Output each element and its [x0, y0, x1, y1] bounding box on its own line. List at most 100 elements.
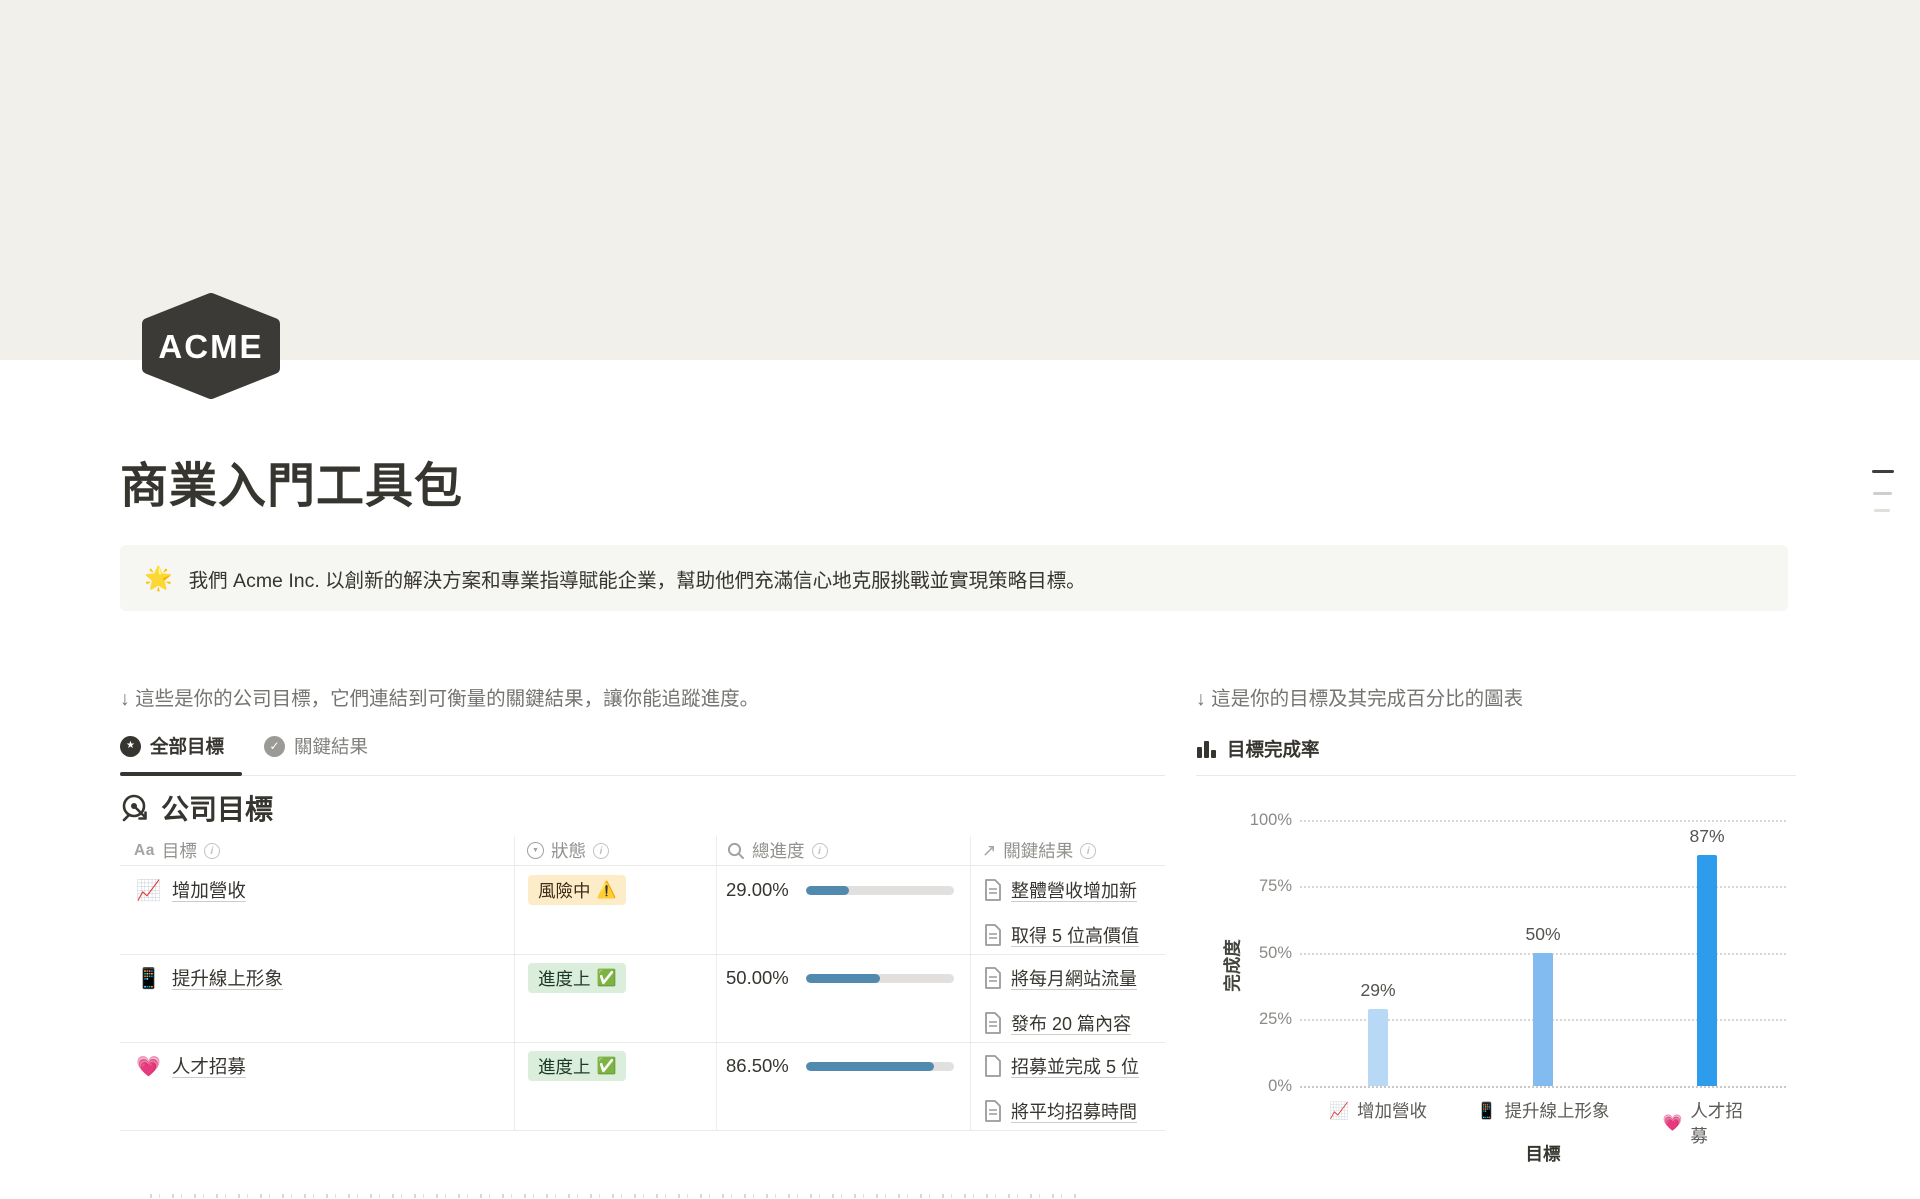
table-title[interactable]: 公司目標 [120, 788, 273, 828]
info-icon[interactable] [593, 843, 609, 859]
tab-key-results[interactable]: 關鍵結果 [264, 733, 368, 759]
key-result-link[interactable]: 招募並完成 5 位 [984, 1051, 1165, 1081]
key-result-link[interactable]: 將每月網站流量 [984, 963, 1165, 993]
x-category-revenue: 📈 增加營收 [1329, 1098, 1427, 1123]
column-divider [970, 836, 971, 1130]
column-header-key-results[interactable]: 關鍵結果 [982, 838, 1096, 863]
page-icon [984, 1100, 1002, 1122]
check-emoji-icon: ✅ [597, 1056, 617, 1076]
row-divider [120, 1130, 1165, 1131]
row-divider [120, 1042, 1165, 1043]
row-divider [120, 954, 1165, 955]
y-tick: 75% [1196, 875, 1292, 897]
status-badge[interactable]: 進度上 ✅ [528, 1051, 626, 1081]
mobile-phone-emoji-icon: 📱 [1477, 1101, 1497, 1121]
check-emoji-icon: ✅ [597, 968, 617, 988]
outline-item-current[interactable] [1872, 470, 1894, 473]
progress-bar [806, 974, 954, 983]
right-hint-text: ↓ 這是你的目標及其完成百分比的圖表 [1196, 682, 1523, 711]
gridline-0 [1300, 1086, 1786, 1088]
column-divider [716, 836, 717, 1130]
tabbar-divider [1196, 775, 1796, 776]
y-tick: 0% [1196, 1075, 1292, 1097]
y-tick: 100% [1196, 809, 1292, 831]
goal-completion-chart: 完成度 100% 75% 50% 25% 0% 29% 50% 87% 📈 增加… [1196, 796, 1796, 1199]
tabbar-divider [120, 775, 1165, 776]
callout-text: 我們 Acme Inc. 以創新的解決方案和專業指導賦能企業，幫助他們充滿信心地… [189, 564, 1086, 593]
column-divider [514, 836, 515, 1130]
chart-bar-online-presence [1533, 953, 1553, 1086]
bar-chart-icon [1196, 740, 1217, 759]
chart-up-emoji-icon: 📈 [1329, 1101, 1349, 1121]
goal-link[interactable]: 增加營收 [172, 877, 246, 903]
cover-image [0, 0, 1920, 360]
check-circle-icon [264, 736, 285, 757]
callout[interactable]: 🌟 我們 Acme Inc. 以創新的解決方案和專業指導賦能企業，幫助他們充滿信… [120, 545, 1788, 611]
clipped-text-line [150, 1194, 1080, 1198]
info-icon[interactable] [204, 843, 220, 859]
magnifier-icon [727, 842, 745, 860]
outline-item[interactable] [1873, 492, 1892, 495]
column-header-progress[interactable]: 總進度 [727, 838, 828, 863]
hexagon-logo-icon: ACME [140, 293, 282, 399]
tab-all-goals[interactable]: 全部目標 [120, 733, 224, 759]
column-header-goal[interactable]: Aa 目標 [134, 838, 220, 863]
progress-bar [806, 1062, 954, 1071]
page-icon [984, 967, 1002, 989]
tab-label: 全部目標 [150, 733, 224, 759]
target-dart-icon [120, 793, 150, 823]
progress-value: 29.00% [726, 872, 789, 908]
title-property-icon: Aa [134, 842, 155, 860]
goal-link[interactable]: 人才招募 [172, 1053, 246, 1079]
status-badge[interactable]: 風險中 ⚠️ [528, 875, 626, 905]
warning-emoji-icon: ⚠️ [597, 880, 617, 900]
star-circle-icon [120, 736, 141, 757]
table-row-goal[interactable]: 💗 人才招募 [136, 1048, 246, 1084]
key-result-link[interactable]: 發布 20 篇內容 [984, 1008, 1165, 1038]
header-divider [120, 865, 1165, 866]
chart-bar-recruiting [1697, 855, 1717, 1086]
column-header-status[interactable]: 狀態 [527, 838, 609, 863]
mobile-phone-emoji-icon: 📱 [136, 966, 161, 991]
progress-value: 50.00% [726, 960, 789, 996]
relation-arrow-icon [982, 841, 996, 861]
outline-item[interactable] [1874, 509, 1890, 512]
svg-text:ACME: ACME [158, 328, 263, 365]
info-icon[interactable] [812, 843, 828, 859]
notion-page: ACME 商業入門工具包 🌟 我們 Acme Inc. 以創新的解決方案和專業指… [0, 0, 1920, 1199]
heart-emoji-icon: 💗 [136, 1054, 161, 1079]
chart-up-emoji-icon: 📈 [136, 878, 161, 903]
info-icon[interactable] [1080, 843, 1096, 859]
left-hint-text: ↓ 這些是你的公司目標，它們連結到可衡量的關鍵結果，讓你能追蹤進度。 [120, 682, 759, 711]
active-tab-underline [120, 772, 242, 776]
gridline-100 [1300, 820, 1786, 822]
y-axis-label: 完成度 [1220, 916, 1245, 1016]
key-result-link[interactable]: 取得 5 位高價值 [984, 920, 1165, 950]
progress-bar [806, 886, 954, 895]
goal-link[interactable]: 提升線上形象 [172, 965, 283, 991]
star-emoji-icon: 🌟 [144, 567, 173, 590]
x-category-recruiting: 💗 人才招募 [1663, 1098, 1752, 1148]
progress-value: 86.50% [726, 1048, 789, 1084]
bar-value-label: 29% [1338, 980, 1418, 1001]
tab-label: 關鍵結果 [294, 733, 368, 759]
y-tick: 25% [1196, 1008, 1292, 1030]
page-icon [984, 879, 1002, 901]
table-row-goal[interactable]: 📱 提升線上形象 [136, 960, 283, 996]
x-category-online-presence: 📱 提升線上形象 [1477, 1098, 1610, 1123]
page-icon [984, 1012, 1002, 1034]
table-row-goal[interactable]: 📈 增加營收 [136, 872, 246, 908]
y-tick: 50% [1196, 942, 1292, 964]
chart-bar-revenue [1368, 1009, 1388, 1086]
key-result-link[interactable]: 將平均招募時間 [984, 1096, 1165, 1126]
page-title[interactable]: 商業入門工具包 [120, 446, 463, 516]
tab-label: 目標完成率 [1227, 736, 1320, 762]
heart-emoji-icon: 💗 [1663, 1113, 1683, 1133]
bar-value-label: 50% [1503, 924, 1583, 945]
key-result-link[interactable]: 整體營收增加新 [984, 875, 1165, 905]
page-icon [984, 1055, 1002, 1077]
select-property-icon [527, 842, 544, 859]
tab-goal-completion[interactable]: 目標完成率 [1196, 736, 1320, 762]
status-badge[interactable]: 進度上 ✅ [528, 963, 626, 993]
x-axis-label: 目標 [1526, 1141, 1561, 1166]
